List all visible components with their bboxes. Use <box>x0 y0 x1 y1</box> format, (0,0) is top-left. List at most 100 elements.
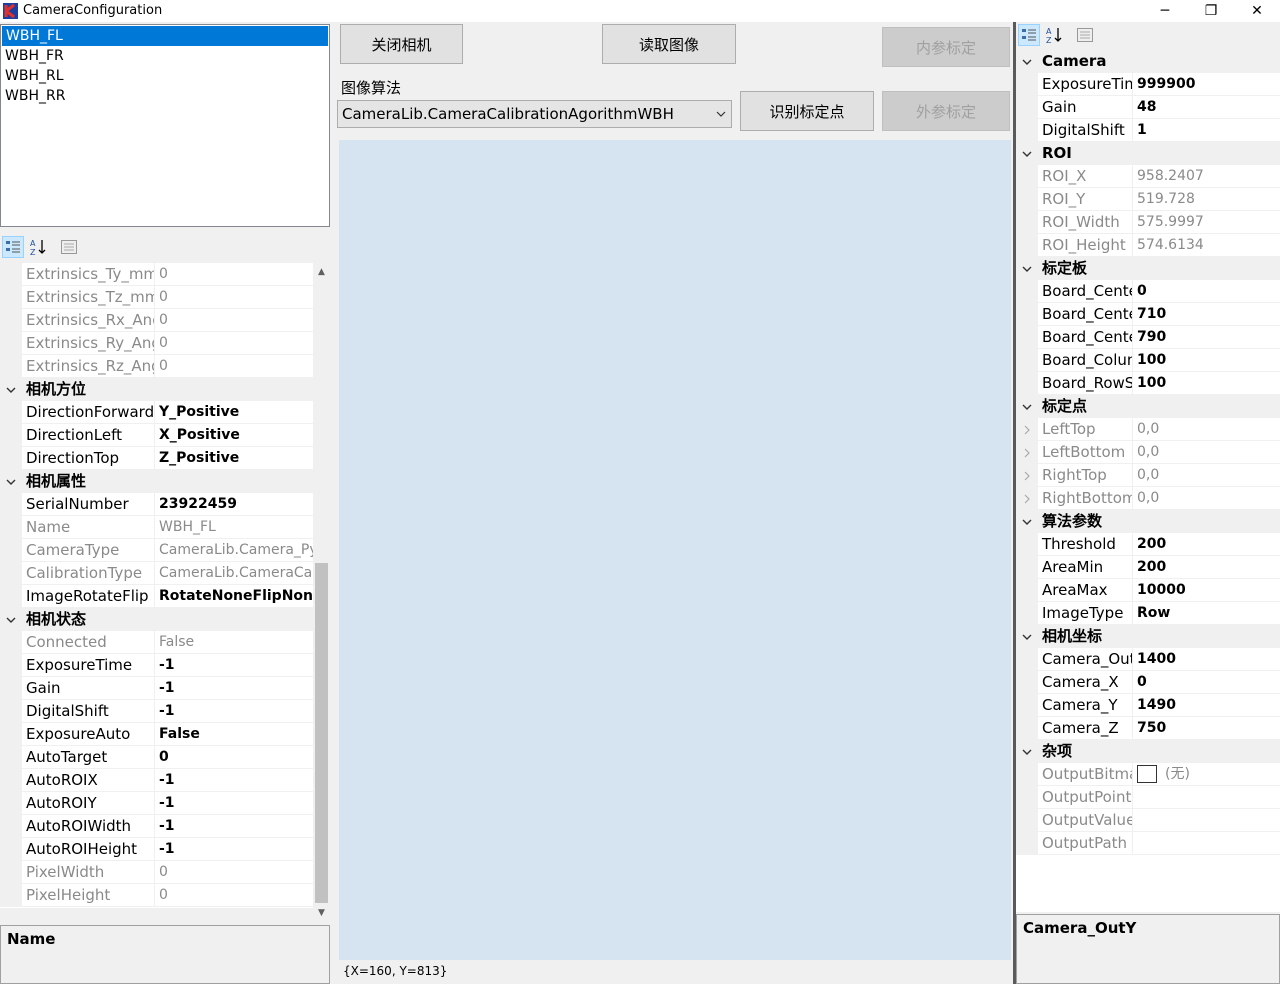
property-value[interactable]: (无) <box>1133 763 1280 785</box>
chevron-right-icon[interactable] <box>1022 448 1032 458</box>
property-value[interactable]: 0 <box>155 309 313 331</box>
property-category[interactable]: 标定点 <box>1016 395 1280 418</box>
property-value[interactable]: 1 <box>1133 119 1280 141</box>
property-value[interactable]: 200 <box>1133 533 1280 555</box>
chevron-down-icon[interactable] <box>1022 517 1032 527</box>
property-row[interactable]: ImageType Row <box>1016 602 1280 625</box>
property-value[interactable]: -1 <box>155 769 313 791</box>
property-row[interactable]: DigitalShift 1 <box>1016 119 1280 142</box>
property-row[interactable]: Threshold 200 <box>1016 533 1280 556</box>
property-value[interactable]: 0,0 <box>1133 418 1280 440</box>
property-value[interactable]: 0,0 <box>1133 441 1280 463</box>
chevron-down-icon[interactable] <box>1022 264 1032 274</box>
chevron-down-icon[interactable] <box>1022 402 1032 412</box>
property-row[interactable]: ROI_Height 574.6134 <box>1016 234 1280 257</box>
property-value[interactable]: 958.2407 <box>1133 165 1280 187</box>
chevron-down-icon[interactable] <box>1022 57 1032 67</box>
property-row[interactable]: LeftTop 0,0 <box>1016 418 1280 441</box>
chevron-down-icon[interactable] <box>1022 632 1032 642</box>
property-value[interactable]: 519.728 <box>1133 188 1280 210</box>
property-row[interactable]: Camera_OutY1400 <box>1016 648 1280 671</box>
intrinsic-calibration-button[interactable]: 内参标定 <box>882 27 1010 67</box>
left-property-grid[interactable]: Extrinsics_Ty_mm 0 Extrinsics_Tz_mm 0 Extrin… <box>0 263 313 908</box>
categorized-view-icon[interactable] <box>1018 24 1040 46</box>
property-row[interactable]: OutputBitma (无) <box>1016 763 1280 786</box>
camera-list-item[interactable]: WBH_RR <box>1 86 329 106</box>
property-value[interactable]: Z_Positive <box>155 447 313 469</box>
property-value[interactable]: 10000 <box>1133 579 1280 601</box>
extrinsic-calibration-button[interactable]: 外参标定 <box>882 91 1010 131</box>
property-category[interactable]: 相机属性 <box>0 470 313 493</box>
property-category[interactable]: Camera <box>1016 50 1280 73</box>
property-value[interactable]: 23922459 <box>155 493 313 515</box>
read-image-button[interactable]: 读取图像 <box>602 24 736 64</box>
scroll-down-icon[interactable]: ▼ <box>313 904 330 921</box>
property-row[interactable]: Board_Cente 710 <box>1016 303 1280 326</box>
property-value[interactable] <box>1133 832 1280 854</box>
property-value[interactable]: 0 <box>155 263 313 285</box>
property-row[interactable]: ROI_Width 575.9997 <box>1016 211 1280 234</box>
property-row[interactable]: AutoROIWidth -1 <box>0 815 313 838</box>
chevron-right-icon[interactable] <box>1022 494 1032 504</box>
property-row[interactable]: AutoROIHeight -1 <box>0 838 313 861</box>
property-row[interactable]: DirectionLeft X_Positive <box>0 424 313 447</box>
property-row[interactable]: AutoTarget 0 <box>0 746 313 769</box>
property-category[interactable]: 杂项 <box>1016 740 1280 763</box>
alphabetical-sort-icon[interactable]: AZ <box>27 236 49 258</box>
property-row[interactable]: ExposureAuto False <box>0 723 313 746</box>
property-pages-icon[interactable] <box>58 236 80 258</box>
property-row[interactable]: Extrinsics_Rx_Ang 0 <box>0 309 313 332</box>
property-value[interactable]: 710 <box>1133 303 1280 325</box>
property-row[interactable]: Board_Cente 790 <box>1016 326 1280 349</box>
categorized-view-icon[interactable] <box>2 236 24 258</box>
close-button[interactable]: ✕ <box>1234 0 1280 22</box>
alphabetical-sort-icon[interactable]: AZ <box>1043 24 1065 46</box>
chevron-down-icon[interactable] <box>6 385 16 395</box>
algorithm-select[interactable]: CameraLib.CameraCalibrationAgorithmWBH <box>337 100 732 128</box>
camera-list-item[interactable]: WBH_RL <box>1 66 329 86</box>
property-value[interactable]: 999900 <box>1133 73 1280 95</box>
property-value[interactable]: CameraLib.Camera_Pyl <box>155 539 313 561</box>
property-value[interactable] <box>1133 809 1280 831</box>
property-category[interactable]: 相机方位 <box>0 378 313 401</box>
property-row[interactable]: SerialNumber 23922459 <box>0 493 313 516</box>
left-scrollbar[interactable]: ▲ ▼ <box>313 263 330 921</box>
property-value[interactable]: RotateNoneFlipNone <box>155 585 313 607</box>
property-row[interactable]: RightTop 0,0 <box>1016 464 1280 487</box>
camera-list-item[interactable]: WBH_FL <box>2 26 328 46</box>
chevron-down-icon[interactable] <box>6 615 16 625</box>
property-value[interactable]: 750 <box>1133 717 1280 739</box>
close-camera-button[interactable]: 关闭相机 <box>340 24 463 64</box>
property-category[interactable]: 相机状态 <box>0 608 313 631</box>
property-value[interactable]: 100 <box>1133 349 1280 371</box>
property-row[interactable]: Extrinsics_Rz_Ang 0 <box>0 355 313 378</box>
property-row[interactable]: OutputPoints <box>1016 786 1280 809</box>
property-row[interactable]: OutputValue <box>1016 809 1280 832</box>
property-value[interactable]: -1 <box>155 792 313 814</box>
property-row[interactable]: ROI_Y 519.728 <box>1016 188 1280 211</box>
property-value[interactable]: 1490 <box>1133 694 1280 716</box>
property-row[interactable]: Board_Cente 0 <box>1016 280 1280 303</box>
property-value[interactable]: 0 <box>155 332 313 354</box>
property-value[interactable]: -1 <box>155 838 313 860</box>
property-row[interactable]: Gain 48 <box>1016 96 1280 119</box>
chevron-down-icon[interactable] <box>6 477 16 487</box>
property-value[interactable]: 0,0 <box>1133 464 1280 486</box>
camera-list[interactable]: WBH_FL WBH_FR WBH_RL WBH_RR <box>0 24 330 227</box>
camera-list-item[interactable]: WBH_FR <box>1 46 329 66</box>
property-value[interactable]: CameraLib.CameraCali <box>155 562 313 584</box>
property-row[interactable]: OutputPath <box>1016 832 1280 855</box>
property-row[interactable]: ROI_X 958.2407 <box>1016 165 1280 188</box>
minimize-button[interactable]: ─ <box>1142 0 1188 22</box>
property-category[interactable]: ROI <box>1016 142 1280 165</box>
property-row[interactable]: LeftBottom 0,0 <box>1016 441 1280 464</box>
chevron-down-icon[interactable] <box>1022 149 1032 159</box>
property-row[interactable]: AreaMax 10000 <box>1016 579 1280 602</box>
property-value[interactable]: 0 <box>1133 280 1280 302</box>
property-row[interactable]: AutoROIY -1 <box>0 792 313 815</box>
property-category[interactable]: 相机坐标 <box>1016 625 1280 648</box>
property-row[interactable]: Extrinsics_Ry_Ang 0 <box>0 332 313 355</box>
property-value[interactable]: -1 <box>155 654 313 676</box>
property-value[interactable]: -1 <box>155 677 313 699</box>
property-value[interactable]: 0 <box>155 884 313 906</box>
